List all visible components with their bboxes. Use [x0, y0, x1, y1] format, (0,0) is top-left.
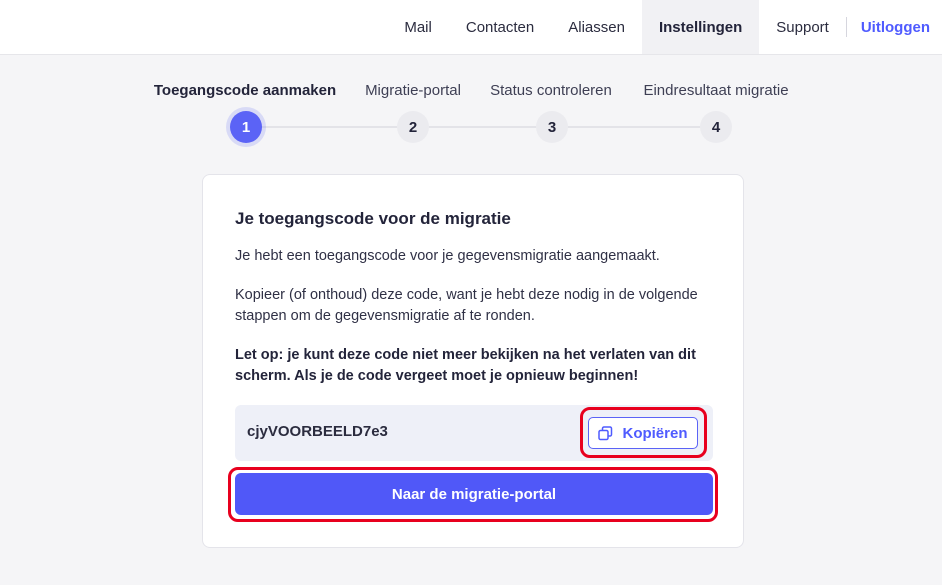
migration-stepper: Toegangscode aanmaken Migratie-portal St… [140, 70, 806, 150]
top-bar: Mail Contacten Aliassen Instellingen Sup… [0, 0, 942, 55]
intro-text: Je hebt een toegangscode voor je gegeven… [235, 248, 660, 264]
step-circle-3: 3 [536, 111, 568, 143]
access-code: cjyVOORBEELD7e3 [247, 423, 388, 440]
step-label-4: Eindresultaat migratie [643, 82, 789, 99]
access-code-card: Je toegangscode voor de migratie Je hebt… [202, 174, 744, 548]
copy-button-label: Kopiëren [622, 424, 688, 442]
nav-aliassen[interactable]: Aliassen [551, 0, 642, 54]
instruction-text: Kopieer (of onthoud) deze code, want je … [235, 287, 698, 324]
copy-button[interactable]: Kopiëren [588, 417, 698, 449]
step-label-2: Migratie-portal [365, 82, 461, 99]
step-circle-4: 4 [700, 111, 732, 143]
copy-icon [598, 425, 613, 441]
nav-instellingen[interactable]: Instellingen [641, 0, 760, 54]
step-circle-1: 1 [230, 111, 262, 143]
go-to-portal-label: Naar de migratie-portal [391, 485, 557, 503]
nav-mail[interactable]: Mail [387, 0, 449, 54]
card-title: Je toegangscode voor de migratie [235, 209, 511, 228]
step-circle-2: 2 [397, 111, 429, 143]
nav-support[interactable]: Support [759, 0, 846, 54]
nav-contacten[interactable]: Contacten [449, 0, 551, 54]
step-label-3: Status controleren [490, 82, 612, 99]
logout-link[interactable]: Uitloggen [847, 0, 942, 54]
warning-text: Let op: je kunt deze code niet meer beki… [235, 347, 696, 384]
stepper-track [246, 126, 716, 128]
step-label-1: Toegangscode aanmaken [153, 82, 337, 99]
go-to-portal-button[interactable]: Naar de migratie-portal [235, 473, 713, 515]
main-nav: Mail Contacten Aliassen Instellingen Sup… [387, 0, 942, 54]
code-box: cjyVOORBEELD7e3 Kopiëren [235, 405, 713, 461]
